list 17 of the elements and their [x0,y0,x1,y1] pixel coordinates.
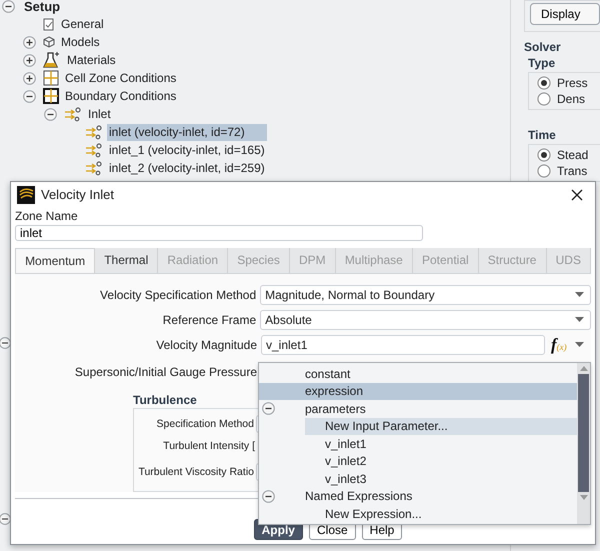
radio-label: Trans [557,164,588,178]
field-label: Specification Method [156,418,254,430]
group-title: Turbulence [133,393,197,407]
radio-label: Press [557,76,588,90]
field-label: Turbulent Intensity [ [163,440,255,452]
group-title: Type [528,56,556,70]
dialog-title: Velocity Inlet [41,187,115,202]
field-label: Reference Frame [162,312,258,326]
field-label: Turbulent Viscosity Ratio [138,466,254,478]
section-title: Solver [524,40,562,54]
radio-label: Dens [557,92,586,106]
field-label: Velocity Magnitude [155,338,258,352]
field-label: Zone Name [15,209,79,223]
radio-label: Stead [557,148,588,162]
group-title: Time [528,128,557,142]
field-label: Supersonic/Initial Gauge Pressure [74,365,258,379]
field-label: Velocity Specification Method [99,288,258,302]
